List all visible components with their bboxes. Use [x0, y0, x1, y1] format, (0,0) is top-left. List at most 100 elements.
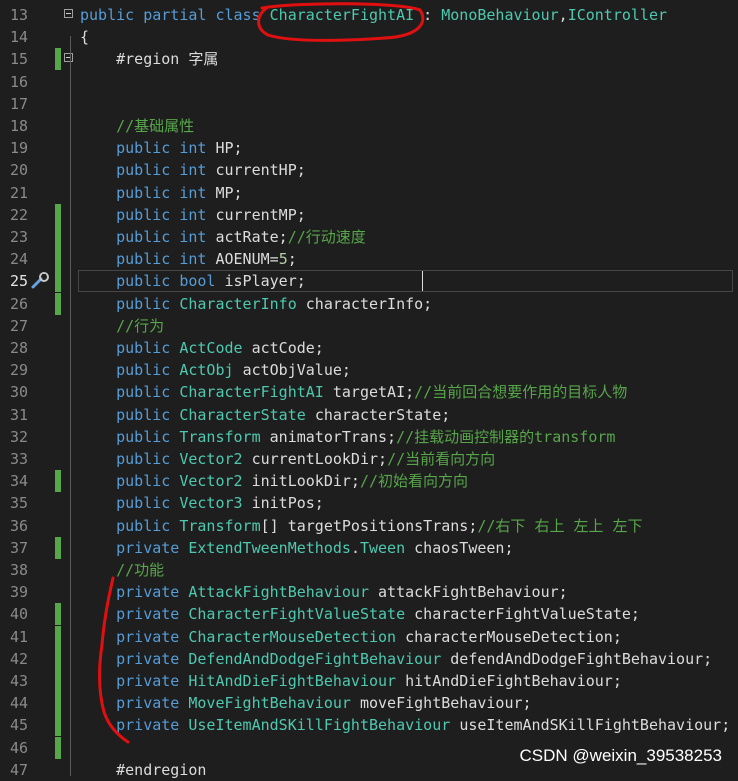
code-line[interactable]: 40 private CharacterFightValueState char… [0, 603, 738, 626]
code-token: CharacterMouseDetection [188, 627, 406, 646]
code-token: //当前回合想要作用的目标人物 [414, 383, 628, 402]
code-token: private [80, 583, 189, 602]
quick-actions-icon[interactable] [30, 272, 50, 290]
code-token: ActCode [179, 339, 252, 357]
code-token: public int [80, 161, 216, 180]
code-line[interactable]: 15 #region 字属 [0, 48, 738, 71]
line-number: 14 [9, 28, 28, 47]
line-number: 39 [9, 583, 28, 602]
code-line[interactable]: 32 public Transform animatorTrans;//挂载动画… [0, 426, 738, 448]
code-line[interactable]: 45 private UseItemAndSKillFightBehaviour… [0, 714, 738, 737]
code-line[interactable]: 34 public Vector2 initLookDir;//初始看向方向 [0, 470, 738, 493]
code-token: , [558, 6, 568, 24]
code-token: actRate; [215, 228, 288, 246]
code-text: public Transform animatorTrans;//挂载动画控制器… [80, 426, 615, 448]
code-token: public int [80, 228, 216, 246]
code-line[interactable]: 31 public CharacterState characterState; [0, 404, 738, 426]
code-line[interactable]: 42 private DefendAndDodgeFightBehaviour … [0, 647, 738, 670]
code-line[interactable]: 26 public CharacterInfo characterInfo; [0, 292, 738, 315]
code-token: //行为 [80, 316, 165, 335]
line-number: 44 [9, 694, 28, 713]
code-line[interactable]: 18 //基础属性 [0, 115, 738, 137]
code-token: . [350, 538, 360, 557]
code-token: characterInfo; [305, 294, 433, 313]
code-text: //行为 [80, 315, 164, 337]
collapse-icon[interactable] [64, 9, 73, 18]
code-text: private ExtendTweenMethods.Tween chaosTw… [80, 537, 513, 559]
line-number: 16 [9, 72, 28, 91]
code-token: //挂载动画控制器的transform [396, 427, 616, 446]
line-number: 27 [9, 316, 28, 335]
code-line[interactable]: 37 private ExtendTweenMethods.Tween chao… [0, 536, 738, 559]
code-token: //功能 [80, 561, 165, 579]
code-token: public int [80, 139, 216, 158]
line-number: 28 [9, 339, 28, 357]
line-number: 47 [9, 760, 28, 779]
code-line[interactable]: 27 //行为 [0, 315, 738, 337]
code-line[interactable]: 39 private AttackFightBehaviour attackFi… [0, 581, 738, 603]
code-line[interactable]: 44 private MoveFightBehaviour moveFightB… [0, 692, 738, 715]
code-text: public Vector3 initPos; [80, 492, 324, 514]
code-token: Vector3 [179, 494, 252, 513]
code-token: UseItemAndSKillFightBehaviour [188, 716, 460, 735]
code-token: moveFightBehaviour; [359, 694, 532, 713]
line-number: 46 [9, 738, 28, 757]
code-token: private [80, 649, 189, 668]
code-token: #endregion [80, 760, 207, 779]
collapse-icon[interactable] [64, 53, 73, 63]
code-line[interactable]: 29 public ActObj actObjValue; [0, 359, 738, 381]
code-token: MoveFightBehaviour [188, 694, 360, 713]
code-token: Transform [179, 516, 261, 535]
code-line[interactable]: 21 public int MP; [0, 182, 738, 204]
code-token: public [80, 450, 180, 468]
line-number: 13 [9, 6, 28, 24]
line-number: 23 [9, 228, 28, 246]
code-line[interactable]: 35 public Vector3 initPos; [0, 492, 738, 514]
change-marker [55, 226, 61, 248]
code-token: attackFightBehaviour; [378, 583, 568, 602]
code-line[interactable]: 13 public partial class CharacterFightAI … [0, 4, 738, 26]
code-text: public CharacterFightAI targetAI;//当前回合想… [80, 381, 627, 403]
code-line[interactable]: 17 [0, 93, 738, 115]
code-text: public ActObj actObjValue; [80, 359, 351, 381]
code-text: private CharacterMouseDetection characte… [80, 626, 622, 648]
code-token: CharacterFightAI [269, 6, 415, 24]
code-token: characterMouseDetection; [405, 627, 622, 646]
code-token: hitAndDieFightBehaviour; [405, 672, 622, 690]
code-line[interactable]: 28 public ActCode actCode; [0, 337, 738, 359]
code-line[interactable]: 23 public int actRate;//行动速度 [0, 226, 738, 248]
line-number: 17 [9, 94, 28, 113]
code-line[interactable]: 24 public int AOENUM=5; [0, 248, 738, 271]
code-line[interactable]: 33 public Vector2 currentLookDir;//当前看向方… [0, 448, 738, 470]
code-token: //右下 右上 左上 左下 [477, 516, 643, 535]
code-line[interactable]: 19 public int HP; [0, 137, 738, 159]
line-number: 45 [9, 716, 28, 735]
code-token: public [80, 383, 180, 402]
code-text: public ActCode actCode; [80, 337, 324, 359]
code-token: CharacterFightValueState [188, 605, 415, 624]
code-line[interactable]: 16 [0, 71, 738, 93]
code-line[interactable]: 41 private CharacterMouseDetection chara… [0, 625, 738, 648]
code-line[interactable]: 30 public CharacterFightAI targetAI;//当前… [0, 381, 738, 403]
line-number: 25 [9, 272, 28, 291]
code-line[interactable]: 14 { [0, 26, 738, 48]
code-text: public CharacterInfo characterInfo; [80, 293, 432, 315]
code-text: public int AOENUM=5; [80, 248, 297, 270]
change-marker [55, 270, 61, 293]
code-token: HP; [215, 139, 243, 158]
code-line[interactable]: 43 private HitAndDieFightBehaviour hitAn… [0, 670, 738, 692]
code-line[interactable]: 36 public Transform[] targetPositionsTra… [0, 515, 738, 537]
code-line[interactable]: 22 public int currentMP; [0, 203, 738, 226]
code-line[interactable]: 38 //功能 [0, 559, 738, 581]
code-text: { [80, 26, 89, 48]
code-token: //基础属性 [80, 117, 195, 135]
code-token: public int [80, 205, 216, 224]
change-marker [55, 48, 61, 71]
code-token: public int [80, 183, 216, 202]
code-token: public [80, 361, 180, 380]
code-text: public int currentMP; [80, 204, 306, 226]
code-editor[interactable]: 13 public partial class CharacterFightAI … [0, 0, 738, 779]
code-line[interactable]: 20 public int currentHP; [0, 159, 738, 181]
code-token: private [80, 694, 189, 713]
code-token: private [80, 538, 189, 557]
